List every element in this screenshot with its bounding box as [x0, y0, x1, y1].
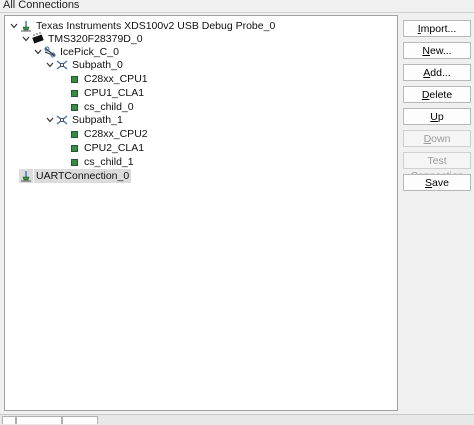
tree-item-label: cs_child_1 [84, 156, 134, 168]
panel-header: All Connections [0, 0, 474, 13]
tree-item-label: C28xx_CPU1 [84, 73, 148, 85]
bottom-tab[interactable] [62, 416, 98, 424]
tree-item-label: CPU1_CLA1 [84, 87, 145, 99]
chevron-down-icon[interactable] [45, 58, 55, 72]
chevron-down-icon[interactable] [45, 113, 55, 127]
tree-item-label: UARTConnection_0 [34, 169, 132, 183]
tree-item-probe[interactable]: Texas Instruments XDS100v2 USB Debug Pro… [9, 19, 275, 33]
tree-item-cpu[interactable]: cs_child_1 [67, 155, 134, 169]
bottom-tab[interactable] [2, 416, 16, 424]
subpath-icon [55, 58, 69, 72]
import-button[interactable]: Import... [403, 20, 471, 37]
subpath-icon [55, 113, 69, 127]
tree-item-subpath-1[interactable]: Subpath_1 [45, 113, 123, 127]
cpu-icon [67, 155, 81, 169]
probe-icon [19, 19, 33, 33]
tree-item-cpu[interactable]: C28xx_CPU2 [67, 127, 148, 141]
chevron-down-icon[interactable] [9, 19, 19, 33]
connection-icon [19, 169, 33, 183]
cpu-icon [67, 141, 81, 155]
tree-item-cpu[interactable]: cs_child_0 [67, 100, 134, 114]
tree-item-subpath-0[interactable]: Subpath_0 [45, 58, 123, 72]
tree-item-uart-connection[interactable]: UARTConnection_0 [19, 169, 132, 183]
router-icon [43, 45, 57, 59]
tree-item-label: Subpath_1 [72, 114, 123, 126]
down-button[interactable]: Down [403, 130, 471, 147]
tree-item-cpu[interactable]: CPU1_CLA1 [67, 86, 144, 100]
bottom-tab[interactable] [16, 416, 62, 424]
tree-item-label: TMS320F28379D_0 [48, 33, 143, 45]
tree-item-label: IcePick_C_0 [60, 46, 119, 58]
delete-button[interactable]: Delete [403, 86, 471, 103]
tree-item-label: Texas Instruments XDS100v2 USB Debug Pro… [36, 20, 276, 32]
tree-item-label: Subpath_0 [72, 59, 123, 71]
chip-icon [31, 32, 45, 46]
save-button[interactable]: Save [403, 174, 471, 191]
test-connection-button[interactable]: Test Connection [403, 152, 471, 182]
tree-item-router[interactable]: IcePick_C_0 [33, 45, 119, 59]
chevron-down-icon[interactable] [33, 45, 43, 59]
tree-item-label: CPU2_CLA1 [84, 142, 145, 154]
cpu-icon [67, 86, 81, 100]
tree-item-device[interactable]: TMS320F28379D_0 [21, 32, 143, 46]
chevron-down-icon[interactable] [21, 32, 31, 46]
tree-item-label: C28xx_CPU2 [84, 128, 148, 140]
tree-item-cpu[interactable]: C28xx_CPU1 [67, 72, 148, 86]
add-button[interactable]: Add... [403, 64, 471, 81]
connections-tree[interactable]: Texas Instruments XDS100v2 USB Debug Pro… [4, 15, 398, 411]
cpu-icon [67, 72, 81, 86]
tree-item-label: cs_child_0 [84, 101, 134, 113]
panel-title: All Connections [3, 0, 80, 11]
up-button[interactable]: Up [403, 108, 471, 125]
new-button[interactable]: New... [403, 42, 471, 59]
cpu-icon [67, 127, 81, 141]
tree-item-cpu[interactable]: CPU2_CLA1 [67, 141, 144, 155]
cpu-icon [67, 100, 81, 114]
